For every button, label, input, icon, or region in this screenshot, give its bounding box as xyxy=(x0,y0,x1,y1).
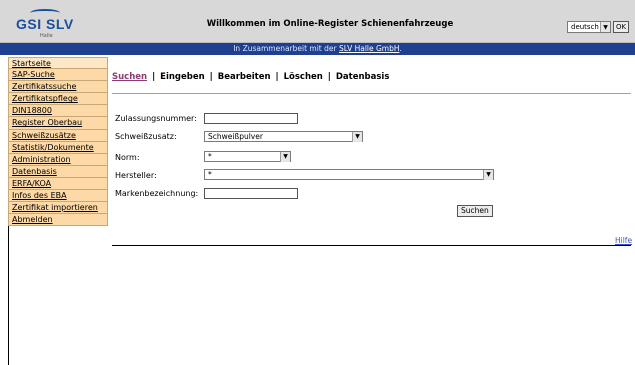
sidebar-item-register-oberbau[interactable]: Register Oberbau xyxy=(8,117,108,130)
manufacturer-select[interactable]: * ▼ xyxy=(204,169,494,180)
manufacturer-value: * xyxy=(208,170,212,179)
approval-number-label: Zulassungsnummer: xyxy=(115,114,197,123)
language-switcher: deutsch ▼ OK xyxy=(567,21,630,33)
tab-loeschen[interactable]: Löschen xyxy=(284,72,323,82)
tab-separator: | xyxy=(152,72,156,82)
chevron-down-icon[interactable]: ▼ xyxy=(352,131,362,142)
tab-suchen[interactable]: Suchen xyxy=(112,72,147,82)
sidebar-item-statistik-dokumente[interactable]: Statistik/Dokumente xyxy=(8,141,108,154)
logo-subtext: Halle xyxy=(40,33,53,39)
chevron-down-icon[interactable]: ▼ xyxy=(280,151,290,162)
welding-additive-select[interactable]: Schweißpulver ▼ xyxy=(204,131,363,142)
tab-separator: | xyxy=(275,72,279,82)
sidebar-item-startseite[interactable]: Startseite xyxy=(8,57,108,70)
sidebar-item-zertifikatssuche[interactable]: Zertifikatssuche xyxy=(8,81,108,94)
search-button[interactable]: Suchen xyxy=(457,205,493,217)
partner-banner: In Zusammenarbeit mit der SLV Halle GmbH… xyxy=(0,43,635,55)
banner-prefix: In Zusammenarbeit mit der xyxy=(233,44,339,53)
tab-separator: | xyxy=(327,72,331,82)
norm-value: * xyxy=(208,152,212,161)
sidebar-item-abmelden[interactable]: Abmelden xyxy=(8,214,108,227)
page-title: Willkommen im Online-Register Schienenfa… xyxy=(206,19,454,29)
banner-suffix: . xyxy=(399,44,402,53)
approval-number-input[interactable] xyxy=(204,113,298,124)
sidebar-item-datenbasis[interactable]: Datenbasis xyxy=(8,165,108,178)
chevron-down-icon[interactable]: ▼ xyxy=(483,169,493,180)
sidebar-item-erfa-koa[interactable]: ERFA/KOA xyxy=(8,177,108,191)
language-select-value: deutsch xyxy=(571,23,599,31)
header-bar: GSI SLV Halle Willkommen im Online-Regis… xyxy=(0,0,635,43)
slv-halle-link[interactable]: SLV Halle GmbH xyxy=(339,44,399,53)
tab-eingeben[interactable]: Eingeben xyxy=(160,72,205,82)
content-divider-bottom xyxy=(112,245,631,246)
language-select[interactable]: deutsch ▼ xyxy=(567,21,611,33)
tab-datenbasis[interactable]: Datenbasis xyxy=(336,72,390,82)
manufacturer-label: Hersteller: xyxy=(115,171,157,180)
tab-bearbeiten[interactable]: Bearbeiten xyxy=(218,72,271,82)
sidebar-nav: Startseite SAP-Suche Zertifikatssuche Ze… xyxy=(8,57,108,227)
tab-separator: | xyxy=(209,72,213,82)
language-ok-button[interactable]: OK xyxy=(613,21,630,33)
sidebar-item-infos-eba[interactable]: Infos des EBA xyxy=(8,190,108,203)
norm-select[interactable]: * ▼ xyxy=(204,151,291,162)
welding-additive-label: Schweißzusatz: xyxy=(115,132,177,141)
sidebar-item-zertifikat-importieren[interactable]: Zertifikat importieren xyxy=(8,202,108,215)
brand-name-label: Markenbezeichnung: xyxy=(115,189,199,198)
sidebar-item-administration[interactable]: Administration xyxy=(8,153,108,166)
brand-name-input[interactable] xyxy=(204,188,298,199)
help-link[interactable]: Hilfe xyxy=(615,236,632,245)
action-tabs: Suchen | Eingeben | Bearbeiten | Löschen… xyxy=(112,72,389,82)
welding-additive-value: Schweißpulver xyxy=(208,132,263,141)
sidebar-item-din18800[interactable]: DIN18800 xyxy=(8,105,108,118)
sidebar-item-zertifikatspflege[interactable]: Zertifikatspflege xyxy=(8,93,108,106)
logo-text: GSI SLV xyxy=(16,16,74,32)
norm-label: Norm: xyxy=(115,153,140,162)
sidebar-item-sap-suche[interactable]: SAP-Suche xyxy=(8,69,108,82)
chevron-down-icon[interactable]: ▼ xyxy=(600,22,610,32)
content-divider-top xyxy=(112,93,631,94)
sidebar-item-schweisszusaetze[interactable]: Schweißzusätze xyxy=(8,129,108,142)
gsi-slv-logo[interactable]: GSI SLV Halle xyxy=(14,9,94,39)
